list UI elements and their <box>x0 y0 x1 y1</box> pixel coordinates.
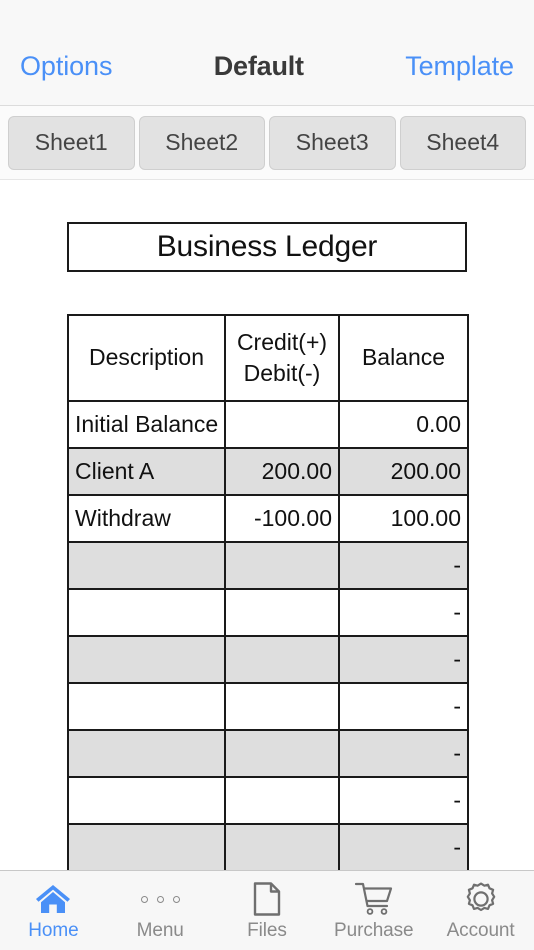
cell-balance[interactable]: 0.00 <box>338 400 469 449</box>
cell-description[interactable]: Initial Balance <box>67 400 226 449</box>
tab-home[interactable]: Home <box>0 871 107 950</box>
cell-balance[interactable]: - <box>338 588 469 637</box>
table-row[interactable]: - <box>67 541 469 590</box>
cell-credit-debit[interactable] <box>224 400 340 449</box>
cell-balance[interactable]: - <box>338 541 469 590</box>
table-row[interactable]: - <box>67 635 469 684</box>
table-row[interactable]: - <box>67 729 469 778</box>
cell-credit-debit[interactable] <box>224 541 340 590</box>
cell-credit-debit[interactable] <box>224 823 340 872</box>
column-header-credit-label: Credit(+) <box>236 328 328 355</box>
cell-credit-debit[interactable] <box>224 682 340 731</box>
ledger-table-head: Description Credit(+) Debit(-) Balance <box>67 314 469 402</box>
column-header-description[interactable]: Description <box>67 314 226 402</box>
options-button[interactable]: Options <box>20 51 112 82</box>
cell-balance[interactable]: - <box>338 635 469 684</box>
table-row[interactable]: Client A 200.00 200.00 <box>67 447 469 496</box>
ledger-table-body: Initial Balance 0.00 Client A 200.00 200.00 W… <box>67 400 469 872</box>
table-header-row: Description Credit(+) Debit(-) Balance <box>67 314 469 402</box>
more-dots-icon <box>140 879 180 919</box>
sheet-tab-bar: Sheet1 Sheet2 Sheet3 Sheet4 <box>0 106 534 180</box>
tab-menu[interactable]: Menu <box>107 871 214 950</box>
table-row[interactable]: - <box>67 823 469 872</box>
cell-description[interactable] <box>67 541 226 590</box>
cell-description[interactable]: Withdraw <box>67 494 226 543</box>
column-header-debit-label: Debit(-) <box>243 360 321 386</box>
cell-credit-debit[interactable] <box>224 776 340 825</box>
cell-balance[interactable]: - <box>338 823 469 872</box>
sheet-tab-4[interactable]: Sheet4 <box>399 115 526 170</box>
document-title: Default <box>213 51 304 81</box>
cell-credit-debit[interactable] <box>224 635 340 684</box>
shopping-cart-icon <box>354 879 394 919</box>
cell-description[interactable]: Client A <box>67 447 226 496</box>
status-bar <box>0 0 534 28</box>
cell-balance[interactable]: 100.00 <box>338 494 469 543</box>
cell-credit-debit[interactable]: -100.00 <box>224 494 340 543</box>
navigation-bar: Options Default Template <box>0 28 534 106</box>
app-root: Options Default Template Sheet1 Sheet2 S… <box>0 0 534 950</box>
column-header-credit-debit[interactable]: Credit(+) Debit(-) <box>224 314 340 402</box>
cell-description[interactable] <box>67 776 226 825</box>
sheet-tab-3[interactable]: Sheet3 <box>269 115 396 170</box>
cell-credit-debit[interactable] <box>224 588 340 637</box>
sheet-tab-1[interactable]: Sheet1 <box>8 115 135 170</box>
table-row[interactable]: - <box>67 588 469 637</box>
ledger-container: Business Ledger Description Credit(+) De… <box>67 222 469 872</box>
cell-description[interactable] <box>67 823 226 872</box>
cell-balance[interactable]: - <box>338 729 469 778</box>
cell-balance[interactable]: - <box>338 682 469 731</box>
cell-description[interactable] <box>67 682 226 731</box>
cell-credit-debit[interactable] <box>224 729 340 778</box>
table-row[interactable]: - <box>67 682 469 731</box>
template-button[interactable]: Template <box>405 51 514 82</box>
gear-icon <box>463 879 499 919</box>
tab-purchase[interactable]: Purchase <box>320 871 427 950</box>
tab-purchase-label: Purchase <box>334 920 414 941</box>
ledger-title-text: Business Ledger <box>156 230 378 263</box>
ledger-table[interactable]: Description Credit(+) Debit(-) Balance I… <box>67 314 469 872</box>
tab-files[interactable]: Files <box>214 871 321 950</box>
tab-home-label: Home <box>28 920 79 941</box>
spreadsheet-canvas[interactable]: Business Ledger Description Credit(+) De… <box>0 180 534 950</box>
cell-balance[interactable]: 200.00 <box>338 447 469 496</box>
sheet-tab-2[interactable]: Sheet2 <box>138 115 265 170</box>
column-header-balance-label: Balance <box>361 344 446 371</box>
cell-balance[interactable]: - <box>338 776 469 825</box>
column-header-balance[interactable]: Balance <box>338 314 469 402</box>
bottom-tab-bar: Home Menu Files Purchase Account <box>0 870 534 950</box>
ledger-title-cell[interactable]: Business Ledger <box>67 222 467 272</box>
tab-account[interactable]: Account <box>427 871 534 950</box>
cell-description[interactable] <box>67 588 226 637</box>
document-icon <box>253 879 281 919</box>
tab-account-label: Account <box>446 920 515 941</box>
cell-description[interactable] <box>67 729 226 778</box>
table-row[interactable]: - <box>67 776 469 825</box>
cell-credit-debit[interactable]: 200.00 <box>224 447 340 496</box>
tab-files-label: Files <box>247 920 287 941</box>
tab-menu-label: Menu <box>136 920 184 941</box>
home-icon <box>35 879 71 919</box>
table-row[interactable]: Initial Balance 0.00 <box>67 400 469 449</box>
cell-description[interactable] <box>67 635 226 684</box>
column-header-description-label: Description <box>88 344 205 371</box>
table-row[interactable]: Withdraw -100.00 100.00 <box>67 494 469 543</box>
